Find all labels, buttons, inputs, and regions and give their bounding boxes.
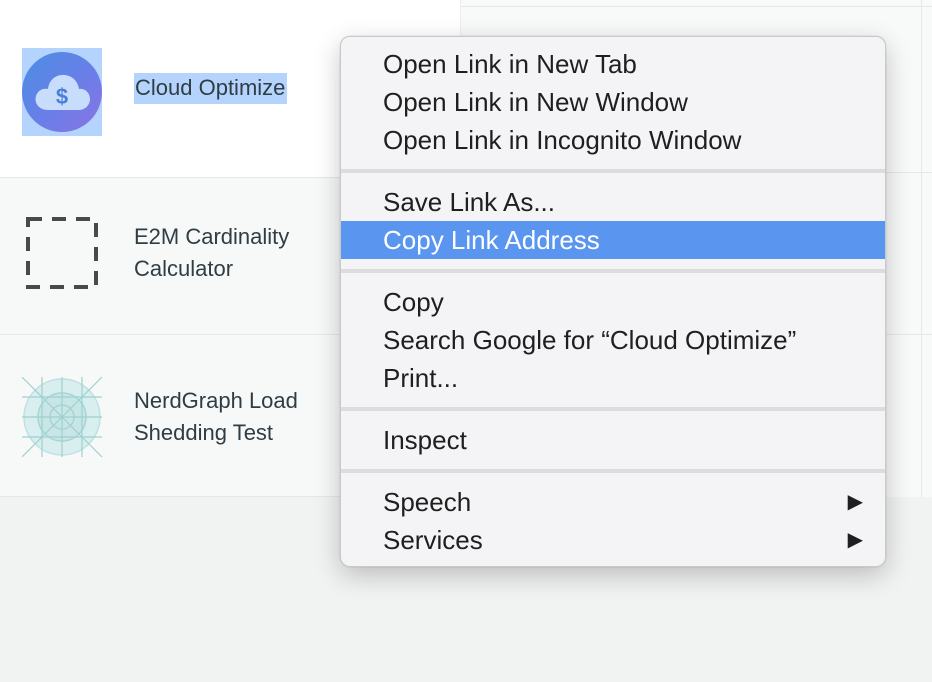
cloud-optimize-icon-selection[interactable]: $ [22, 48, 102, 136]
grid-divider [921, 0, 922, 497]
app-name[interactable]: E2M Cardinality Calculator [134, 221, 354, 285]
menu-item-open-link-incognito[interactable]: Open Link in Incognito Window [341, 121, 885, 159]
app-name[interactable]: Cloud Optimize [134, 72, 288, 104]
menu-item-label: Speech [383, 487, 472, 517]
menu-item-open-link-new-window[interactable]: Open Link in New Window [341, 83, 885, 121]
menu-item-print[interactable]: Print... [341, 359, 885, 397]
context-menu: Open Link in New Tab Open Link in New Wi… [340, 36, 886, 567]
menu-item-copy[interactable]: Copy [341, 283, 885, 321]
svg-text:$: $ [56, 84, 68, 109]
submenu-arrow-icon: ▶ [847, 491, 863, 513]
menu-separator [341, 269, 885, 273]
menu-item-open-link-new-tab[interactable]: Open Link in New Tab [341, 45, 885, 83]
menu-separator [341, 469, 885, 473]
grid-circle-icon [21, 376, 103, 458]
menu-item-save-link-as[interactable]: Save Link As... [341, 183, 885, 221]
menu-separator [341, 407, 885, 411]
grid-divider [461, 6, 932, 7]
menu-item-copy-link-address[interactable]: Copy Link Address [341, 221, 885, 259]
menu-item-speech[interactable]: Speech ▶ [341, 483, 885, 521]
cloud-dollar-icon: $ [22, 52, 102, 132]
menu-item-search-google[interactable]: Search Google for “Cloud Optimize” [341, 321, 885, 359]
app-name[interactable]: NerdGraph Load Shedding Test [134, 385, 354, 449]
menu-item-inspect[interactable]: Inspect [341, 421, 885, 459]
dashed-square-icon [22, 214, 102, 294]
submenu-arrow-icon: ▶ [847, 529, 863, 551]
menu-item-services[interactable]: Services ▶ [341, 521, 885, 559]
app-name-text[interactable]: Cloud Optimize [134, 73, 288, 104]
menu-separator [341, 169, 885, 173]
menu-item-label: Services [383, 525, 483, 555]
